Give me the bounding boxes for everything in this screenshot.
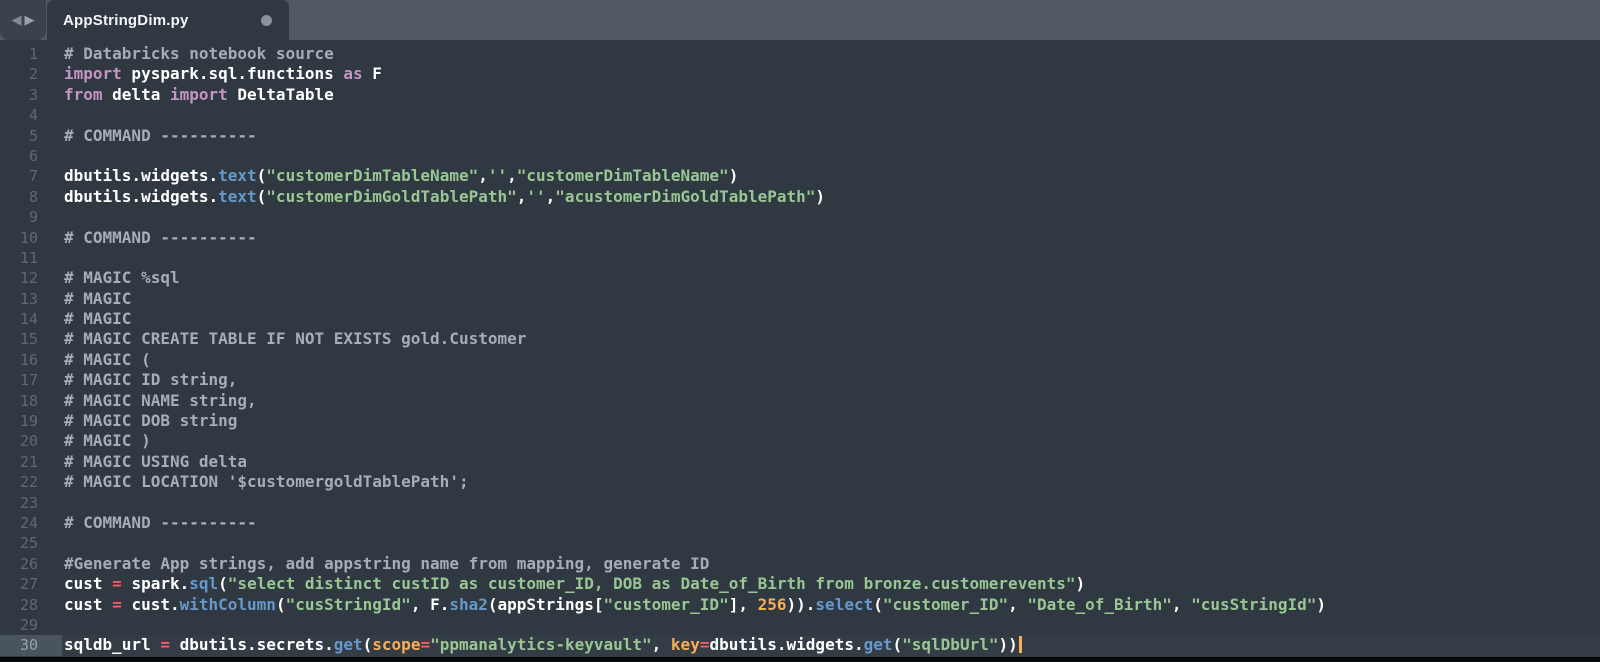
code-line: 1# Databricks notebook source (0, 44, 1600, 64)
editor-window: ◀ ▶ AppStringDim.py 1# Databricks notebo… (0, 0, 1600, 662)
code-line: 24# COMMAND ---------- (0, 513, 1600, 533)
code-text: dbutils.widgets.text("customerDimTableNa… (62, 166, 738, 186)
line-number: 8 (0, 187, 62, 207)
code-text: # MAGIC LOCATION '$customergoldTablePath… (62, 472, 469, 492)
line-number: 3 (0, 85, 62, 105)
code-line: 13# MAGIC (0, 289, 1600, 309)
code-text: # MAGIC ) (62, 431, 151, 451)
tab-nav-controls: ◀ ▶ (0, 0, 46, 40)
line-number: 7 (0, 166, 62, 186)
code-line: 8dbutils.widgets.text("customerDimGoldTa… (0, 187, 1600, 207)
code-line: 3from delta import DeltaTable (0, 85, 1600, 105)
code-text: import pyspark.sql.functions as F (62, 64, 382, 84)
line-number: 18 (0, 391, 62, 411)
line-number: 15 (0, 329, 62, 349)
line-number: 25 (0, 533, 62, 553)
code-text: # MAGIC CREATE TABLE IF NOT EXISTS gold.… (62, 329, 526, 349)
line-number: 14 (0, 309, 62, 329)
code-line: 26#Generate App strings, add appstring n… (0, 554, 1600, 574)
line-number: 17 (0, 370, 62, 390)
code-line: 2import pyspark.sql.functions as F (0, 64, 1600, 84)
code-line: 11 (0, 248, 1600, 268)
code-line: 17# MAGIC ID string, (0, 370, 1600, 390)
code-text: cust = spark.sql("select distinct custID… (62, 574, 1085, 594)
tab-bar: ◀ ▶ AppStringDim.py (0, 0, 1600, 40)
code-text: dbutils.widgets.text("customerDimGoldTab… (62, 187, 825, 207)
code-text: # MAGIC ID string, (62, 370, 237, 390)
line-number: 29 (0, 615, 62, 635)
code-line: 20# MAGIC ) (0, 431, 1600, 451)
code-text: cust = cust.withColumn("cusStringId", F.… (62, 595, 1326, 615)
code-text: sqldb_url = dbutils.secrets.get(scope="p… (62, 635, 1022, 655)
code-text: # MAGIC DOB string (62, 411, 237, 431)
modified-dot-icon[interactable] (261, 15, 272, 26)
nav-back-icon[interactable]: ◀ (12, 14, 22, 27)
code-text: #Generate App strings, add appstring nam… (62, 554, 709, 574)
code-line: 30sqldb_url = dbutils.secrets.get(scope=… (0, 635, 1600, 655)
tab-appstringdim-py[interactable]: AppStringDim.py (47, 0, 289, 40)
code-line: 5# COMMAND ---------- (0, 126, 1600, 146)
code-line: 27cust = spark.sql("select distinct cust… (0, 574, 1600, 594)
line-number: 11 (0, 248, 62, 268)
code-line: 28cust = cust.withColumn("cusStringId", … (0, 595, 1600, 615)
code-line: 18# MAGIC NAME string, (0, 391, 1600, 411)
line-number: 30 (0, 635, 62, 655)
text-caret (1019, 636, 1022, 653)
code-line: 7dbutils.widgets.text("customerDimTableN… (0, 166, 1600, 186)
code-line: 25 (0, 533, 1600, 553)
line-number: 13 (0, 289, 62, 309)
line-number: 5 (0, 126, 62, 146)
code-line: 4 (0, 105, 1600, 125)
code-text: # COMMAND ---------- (62, 228, 257, 248)
line-number: 10 (0, 228, 62, 248)
code-text: # COMMAND ---------- (62, 513, 257, 533)
code-line: 12# MAGIC %sql (0, 268, 1600, 288)
line-number: 9 (0, 207, 62, 227)
code-text: # MAGIC NAME string, (62, 391, 257, 411)
code-line: 29 (0, 615, 1600, 635)
line-number: 24 (0, 513, 62, 533)
window-bottom-edge (0, 657, 1600, 662)
line-number: 27 (0, 574, 62, 594)
code-line: 22# MAGIC LOCATION '$customergoldTablePa… (0, 472, 1600, 492)
line-number: 22 (0, 472, 62, 492)
code-line: 6 (0, 146, 1600, 166)
code-line: 21# MAGIC USING delta (0, 452, 1600, 472)
code-editor[interactable]: 1# Databricks notebook source2import pys… (0, 40, 1600, 662)
code-text: from delta import DeltaTable (62, 85, 334, 105)
line-number: 21 (0, 452, 62, 472)
code-line: 9 (0, 207, 1600, 227)
line-number: 6 (0, 146, 62, 166)
code-text: # MAGIC USING delta (62, 452, 247, 472)
line-number: 1 (0, 44, 62, 64)
line-number: 16 (0, 350, 62, 370)
line-number: 23 (0, 493, 62, 513)
nav-forward-icon[interactable]: ▶ (25, 14, 35, 27)
code-text: # Databricks notebook source (62, 44, 334, 64)
code-line: 23 (0, 493, 1600, 513)
code-text: # COMMAND ---------- (62, 126, 257, 146)
tab-title: AppStringDim.py (63, 12, 189, 29)
line-number: 19 (0, 411, 62, 431)
code-text: # MAGIC ( (62, 350, 151, 370)
line-number: 28 (0, 595, 62, 615)
line-number: 26 (0, 554, 62, 574)
code-line: 10# COMMAND ---------- (0, 228, 1600, 248)
code-line: 14# MAGIC (0, 309, 1600, 329)
code-text: # MAGIC %sql (62, 268, 180, 288)
code-text: # MAGIC (62, 289, 131, 309)
line-number: 4 (0, 105, 62, 125)
code-line: 16# MAGIC ( (0, 350, 1600, 370)
line-number: 20 (0, 431, 62, 451)
code-line: 15# MAGIC CREATE TABLE IF NOT EXISTS gol… (0, 329, 1600, 349)
code-line: 19# MAGIC DOB string (0, 411, 1600, 431)
line-number: 2 (0, 64, 62, 84)
code-text: # MAGIC (62, 309, 131, 329)
line-number: 12 (0, 268, 62, 288)
